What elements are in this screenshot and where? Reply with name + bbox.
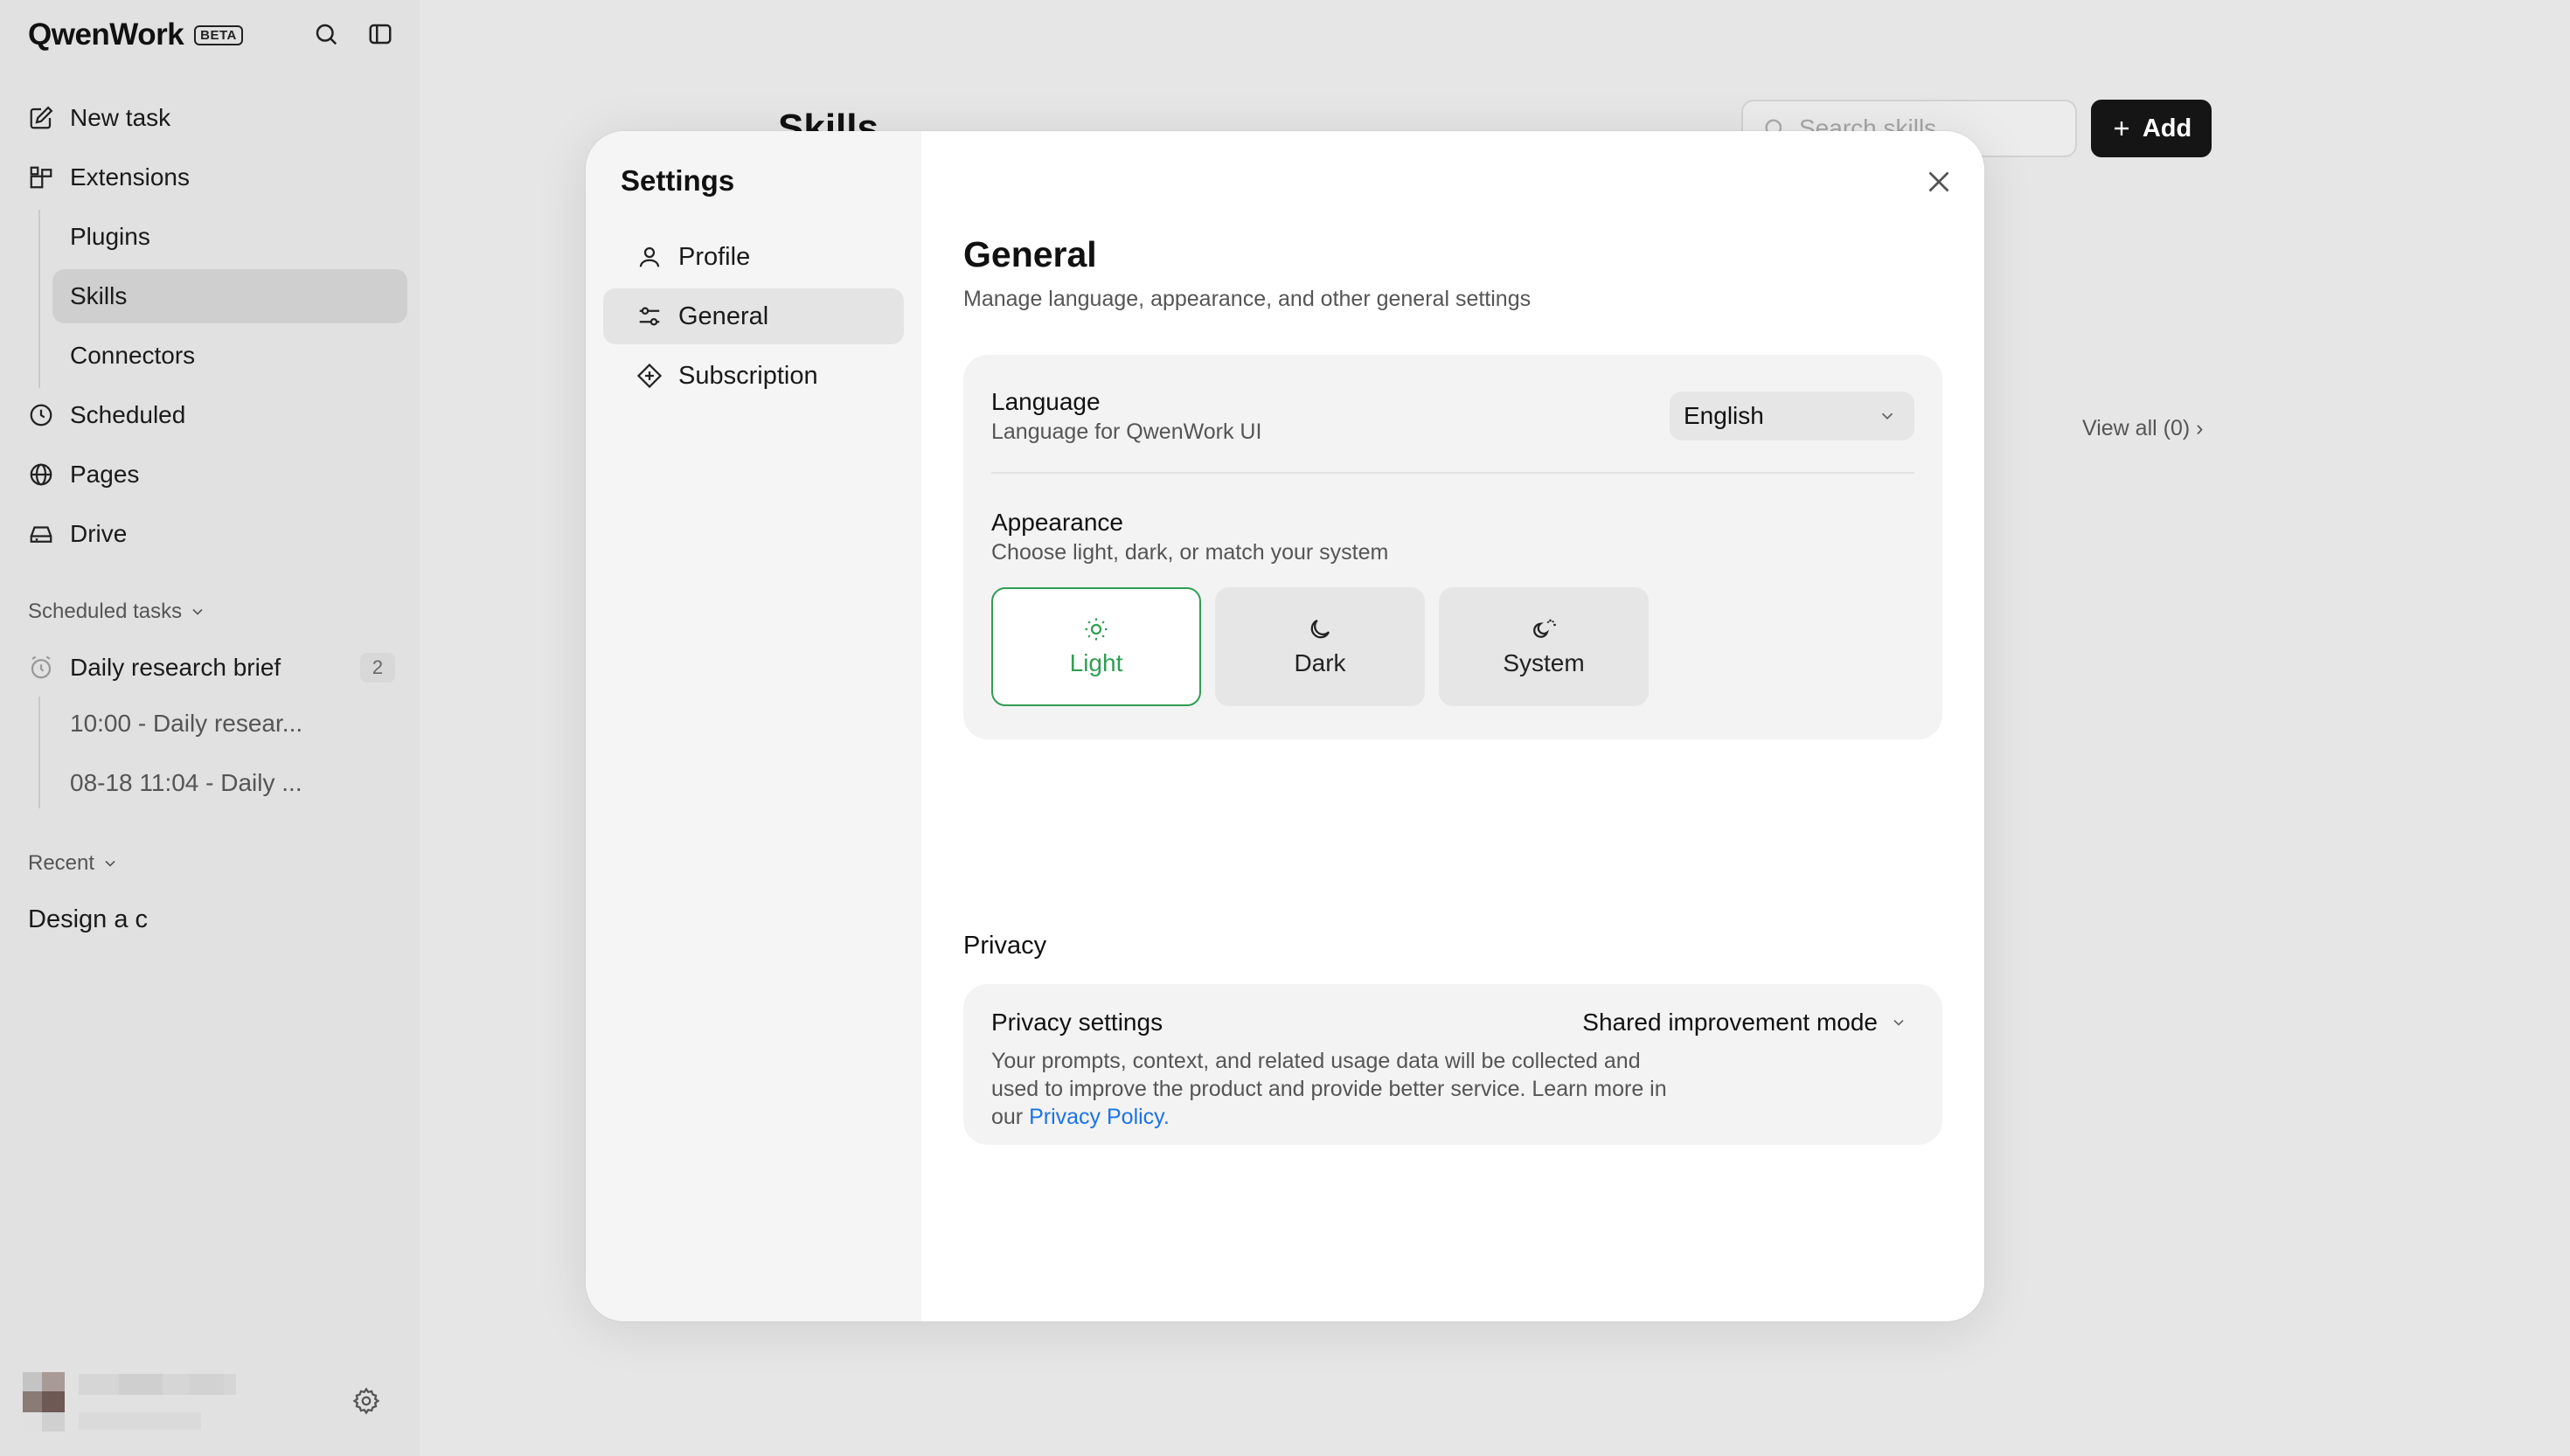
language-select[interactable]: English xyxy=(1670,392,1914,440)
section-subheading: Manage language, appearance, and other g… xyxy=(963,287,1532,311)
settings-tab-subscription-label: Subscription xyxy=(678,361,818,390)
tree-line xyxy=(38,697,40,808)
language-description: Language for QwenWork UI xyxy=(991,419,1262,444)
language-value: English xyxy=(1684,402,1764,429)
privacy-mode-value: Shared improvement mode xyxy=(1582,1009,1878,1036)
settings-tab-profile[interactable]: Profile xyxy=(603,229,904,285)
appearance-description: Choose light, dark, or match your system xyxy=(991,540,1389,565)
recent-header[interactable]: Recent xyxy=(28,851,119,876)
theme-dark-button[interactable]: Dark xyxy=(1215,587,1425,706)
section-heading: General xyxy=(963,234,1097,274)
nav-drive[interactable]: Drive xyxy=(12,507,407,561)
add-label: Add xyxy=(2142,114,2192,142)
scheduled-tasks-label: Scheduled tasks xyxy=(28,600,183,623)
theme-light-label: Light xyxy=(1069,649,1123,676)
avatar[interactable] xyxy=(23,1370,250,1435)
moon-icon xyxy=(1310,619,1330,639)
nav-drive-label: Drive xyxy=(70,520,128,547)
close-icon[interactable] xyxy=(1923,166,1955,198)
clock-icon xyxy=(30,404,52,426)
recent-label: Recent xyxy=(28,851,95,875)
sidebar: QwenWork BETA New task Extensions Plugin… xyxy=(0,0,420,1456)
nav-plugins[interactable]: Plugins xyxy=(52,210,407,264)
task-count-badge: 2 xyxy=(360,653,395,683)
divider xyxy=(991,472,1914,474)
nav-scheduled[interactable]: Scheduled xyxy=(12,388,407,442)
settings-nav-panel: Settings Profile General Subscription xyxy=(586,131,921,1321)
appearance-title: Appearance xyxy=(991,509,1124,536)
sun-icon xyxy=(1085,618,1108,641)
settings-modal: Settings Profile General Subscription Ge… xyxy=(586,131,1984,1321)
chevron-down-icon xyxy=(105,860,115,867)
subscription-icon xyxy=(636,363,663,389)
theme-dark-label: Dark xyxy=(1294,649,1346,676)
settings-tab-subscription[interactable]: Subscription xyxy=(603,348,904,404)
alarm-icon xyxy=(31,655,52,679)
nav-pages[interactable]: Pages xyxy=(12,447,407,502)
general-settings-card: Language Language for QwenWork UI Englis… xyxy=(963,355,1942,739)
scheduled-tasks-header[interactable]: Scheduled tasks xyxy=(28,600,206,624)
theme-light-button[interactable]: Light xyxy=(991,587,1201,706)
nav-extensions[interactable]: Extensions xyxy=(12,150,407,205)
beta-badge: BETA xyxy=(194,24,243,45)
sidebar-toggle-icon[interactable] xyxy=(365,19,395,49)
add-button[interactable]: Add xyxy=(2091,100,2212,157)
recent-item[interactable]: Design a c xyxy=(28,905,148,934)
privacy-title: Privacy settings xyxy=(991,1009,1163,1036)
privacy-mode-select[interactable]: Shared improvement mode xyxy=(1582,1009,1907,1037)
chevron-down-icon xyxy=(192,608,203,615)
search-icon[interactable] xyxy=(311,19,341,49)
nav-new-task-label: New task xyxy=(70,104,171,131)
settings-tab-general[interactable]: General xyxy=(603,288,904,344)
scheduled-task-name: Daily research brief xyxy=(70,654,281,681)
nav-connectors[interactable]: Connectors xyxy=(52,329,407,383)
chevron-down-icon xyxy=(1881,413,1893,420)
theme-system-button[interactable]: System xyxy=(1439,587,1649,706)
page-title: Skills xyxy=(778,107,879,133)
language-title: Language xyxy=(991,388,1101,415)
task-run-item[interactable]: 10:00 - Daily resear... xyxy=(52,697,407,751)
nav-new-task[interactable]: New task xyxy=(12,91,407,145)
user-icon xyxy=(639,246,660,267)
privacy-section-label: Privacy xyxy=(963,932,1047,960)
theme-system-label: System xyxy=(1503,649,1585,676)
nav-scheduled-label: Scheduled xyxy=(70,401,186,428)
globe-icon xyxy=(30,463,52,486)
view-all-link[interactable]: View all (0) › xyxy=(2082,416,2203,441)
app-brand[interactable]: QwenWork BETA xyxy=(28,17,243,52)
privacy-policy-link[interactable]: Privacy Policy. xyxy=(1029,1105,1170,1129)
nav-extensions-label: Extensions xyxy=(70,163,190,191)
settings-tab-general-label: General xyxy=(678,302,769,330)
drive-icon xyxy=(30,526,52,543)
system-theme-icon xyxy=(1533,619,1556,638)
extensions-icon xyxy=(30,166,52,189)
brand-name: QwenWork xyxy=(28,17,184,52)
scheduled-task-item[interactable]: Daily research brief 2 xyxy=(12,641,407,695)
nav-skills[interactable]: Skills xyxy=(52,269,407,323)
plus-icon xyxy=(2114,121,2129,135)
settings-tab-profile-label: Profile xyxy=(678,242,751,271)
gear-icon[interactable] xyxy=(351,1386,381,1416)
settings-title: Settings xyxy=(621,164,735,197)
tree-line xyxy=(38,210,40,388)
chevron-down-icon xyxy=(1893,1019,1904,1026)
privacy-card: Privacy settings Your prompts, context, … xyxy=(963,984,1942,1145)
nav-pages-label: Pages xyxy=(70,461,140,488)
sliders-icon xyxy=(639,307,660,326)
edit-icon xyxy=(30,106,53,129)
privacy-description: Your prompts, context, and related usage… xyxy=(991,1047,1673,1131)
task-run-item[interactable]: 08-18 11:04 - Daily ... xyxy=(52,756,407,810)
